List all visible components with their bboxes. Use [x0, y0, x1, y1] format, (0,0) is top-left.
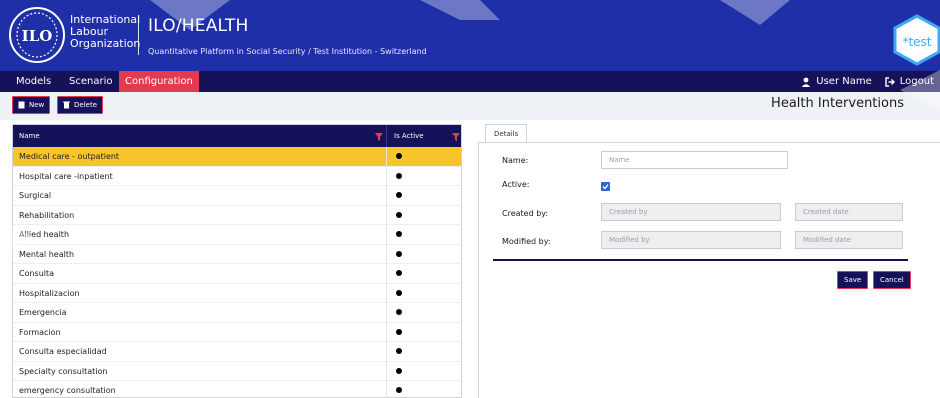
active-indicator-icon: [396, 387, 402, 393]
column-header-active[interactable]: Is Active: [394, 132, 424, 140]
new-button-label: New: [29, 101, 45, 109]
row-name: Medical care - outpatient: [19, 152, 120, 161]
row-name: Consulta especialidad: [19, 347, 107, 356]
trash-icon: [63, 101, 70, 109]
header-divider: [138, 17, 139, 55]
active-label: Active:: [502, 180, 530, 189]
ilo-logo-icon: ILO: [9, 7, 65, 63]
cancel-button[interactable]: Cancel: [873, 271, 911, 289]
nav-scenario[interactable]: Scenario: [63, 71, 118, 92]
details-panel-border: [478, 142, 479, 398]
row-name: Formacion: [19, 327, 61, 337]
column-header-name[interactable]: Name: [19, 132, 40, 140]
app-subtitle: Quantitative Platform in Social Security…: [148, 47, 427, 56]
test-badge-text: *test: [902, 35, 931, 49]
form-separator: [493, 259, 908, 261]
table-row[interactable]: Rehabilitation: [13, 206, 461, 225]
active-indicator-icon: [396, 309, 402, 315]
active-indicator-icon: [396, 192, 402, 198]
column-divider: [386, 147, 387, 398]
row-name: Rehabilitation: [19, 210, 75, 220]
row-name: Mental health: [19, 249, 75, 259]
filter-icon[interactable]: [452, 133, 460, 141]
column-divider: [386, 125, 387, 147]
modified-date-field[interactable]: Modified date: [795, 231, 903, 249]
table-row[interactable]: Mental health: [13, 245, 461, 264]
org-name: International Labour Organization: [70, 14, 140, 50]
name-label: Name:: [502, 156, 529, 165]
checkmark-icon: [602, 184, 609, 190]
nav-models[interactable]: Models: [10, 71, 57, 92]
grid-header: Name Is Active: [13, 125, 461, 147]
delete-button-label: Delete: [74, 101, 97, 109]
page-title: Health Interventions: [771, 96, 904, 111]
table-row[interactable]: Formacion: [13, 323, 461, 342]
table-row[interactable]: Consulta especialidad: [13, 342, 461, 362]
table-row[interactable]: Surgical: [13, 186, 461, 206]
table-row[interactable]: Allied health: [13, 225, 461, 245]
logout-icon[interactable]: [885, 76, 895, 87]
active-indicator-icon: [396, 172, 402, 179]
active-indicator-icon: [396, 348, 402, 354]
modified-by-field[interactable]: Modified by: [601, 231, 781, 249]
filter-icon[interactable]: [375, 133, 383, 141]
delete-button[interactable]: Delete: [57, 96, 103, 114]
row-name: Hospitalizacion: [19, 288, 80, 298]
active-indicator-icon: [396, 250, 402, 257]
row-name: Allied health: [19, 230, 70, 239]
row-name: Emergencia: [19, 308, 67, 317]
new-document-icon: [18, 101, 25, 109]
row-name: emergency consultation: [19, 386, 116, 395]
main-nav: Models Scenario Configuration User Name …: [0, 71, 940, 92]
save-button[interactable]: Save: [837, 271, 869, 289]
row-name: Hospital care -inpatient: [19, 171, 113, 181]
svg-text:ILO: ILO: [22, 27, 53, 45]
app-header: ILO International Labour Organization IL…: [0, 0, 940, 71]
table-row[interactable]: Medical care - outpatient: [13, 147, 461, 167]
active-indicator-icon: [396, 328, 402, 335]
created-date-field[interactable]: Created date: [795, 203, 903, 221]
row-name: Specialty consultation: [19, 366, 108, 376]
active-indicator-icon: [396, 367, 402, 374]
test-badge-icon: *test: [893, 14, 940, 66]
tab-details[interactable]: Details: [485, 124, 528, 143]
active-indicator-icon: [396, 270, 402, 276]
table-row[interactable]: Specialty consultation: [13, 362, 461, 381]
org-name-line: Organization: [70, 37, 141, 50]
logout-link[interactable]: Logout: [900, 71, 934, 92]
new-button[interactable]: New: [12, 96, 51, 114]
row-name: Consulta: [19, 269, 55, 278]
user-name[interactable]: User Name: [816, 71, 871, 92]
nav-user-area: User Name Logout: [801, 71, 934, 92]
created-by-label: Created by:: [502, 209, 549, 218]
table-row[interactable]: Hospitalizacion: [13, 284, 461, 303]
row-name: Surgical: [19, 191, 52, 200]
created-by-field[interactable]: Created by: [601, 203, 781, 221]
tab-underline: [478, 142, 940, 143]
table-row[interactable]: emergency consultation: [13, 381, 461, 398]
active-indicator-icon: [396, 153, 402, 159]
active-indicator-icon: [396, 231, 402, 237]
user-icon: [802, 77, 811, 87]
interventions-grid: Name Is Active Medical care - outpatient…: [12, 124, 462, 398]
app-window: ILO International Labour Organization IL…: [0, 0, 940, 398]
modified-by-label: Modified by:: [502, 237, 551, 246]
table-row[interactable]: Hospital care -inpatient: [13, 167, 461, 186]
active-checkbox[interactable]: [601, 182, 610, 191]
app-title: ILO/HEALTH: [148, 16, 249, 36]
active-indicator-icon: [396, 289, 402, 296]
active-indicator-icon: [396, 211, 402, 218]
nav-configuration[interactable]: Configuration: [119, 71, 199, 92]
table-row[interactable]: Consulta: [13, 264, 461, 284]
name-input[interactable]: Name: [601, 151, 788, 169]
table-row[interactable]: Emergencia: [13, 303, 461, 323]
